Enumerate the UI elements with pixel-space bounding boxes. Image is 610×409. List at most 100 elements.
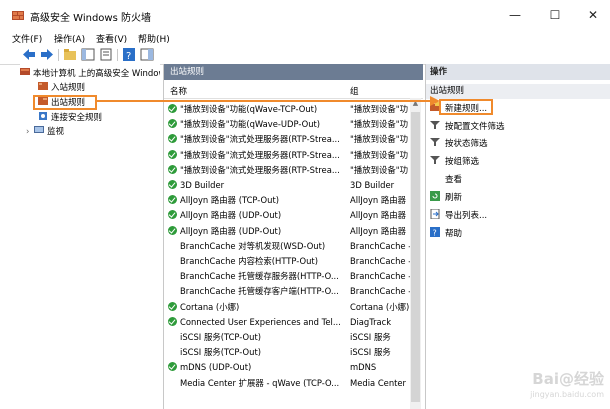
menu-help[interactable]: 帮助(H) bbox=[138, 32, 170, 45]
rule-name: iSCSI 服务(TCP-Out) bbox=[180, 332, 262, 342]
new-rule-highlight bbox=[439, 99, 493, 115]
rule-name-cell: Connected User Experiences and Tel... bbox=[168, 315, 344, 330]
filter-icon bbox=[430, 156, 440, 164]
rule-group-cell: BranchCache - bbox=[350, 256, 410, 266]
rule-name-cell: BranchCache 内容检索(HTTP-Out) bbox=[168, 254, 344, 269]
scroll-thumb[interactable] bbox=[411, 112, 420, 402]
filter-by-state-action[interactable]: 按状态筛选 bbox=[430, 137, 488, 152]
menu-view[interactable]: 查看(V) bbox=[96, 32, 127, 45]
column-group-header[interactable]: 组 bbox=[350, 85, 359, 97]
tree-root[interactable]: 本地计算机 上的高级安全 Windows bbox=[20, 67, 160, 81]
rule-name: "播放到设备"流式处理服务器(RTP-Strea... bbox=[180, 134, 340, 145]
table-row[interactable]: "播放到设备"流式处理服务器(RTP-Strea... "播放到设备"功 bbox=[164, 163, 410, 178]
rule-name-cell: BranchCache 托管缓存服务器(HTTP-O... bbox=[168, 269, 344, 284]
filter-icon bbox=[430, 121, 440, 129]
table-row[interactable]: BranchCache 对等机发现(WSD-Out) BranchCache - bbox=[164, 239, 410, 254]
rule-group-cell: "播放到设备"功 bbox=[350, 164, 408, 175]
table-row[interactable]: AllJoyn 路由器 (UDP-Out) AllJoyn 路由器 bbox=[164, 224, 410, 239]
rule-name-cell: "播放到设备"功能(qWave-UDP-Out) bbox=[168, 117, 344, 132]
rule-group-cell: BranchCache - bbox=[350, 286, 410, 297]
annotation-arrow-head bbox=[430, 96, 440, 106]
expand-chevron-icon[interactable]: › bbox=[26, 125, 34, 139]
table-row[interactable]: "播放到设备"流式处理服务器(RTP-Strea... "播放到设备"功 bbox=[164, 148, 410, 163]
table-row[interactable]: iSCSI 服务(TCP-Out) iSCSI 服务 bbox=[164, 330, 410, 345]
table-row[interactable]: "播放到设备"功能(qWave-TCP-Out) "播放到设备"功 bbox=[164, 102, 410, 117]
table-row[interactable]: Cortana (小娜) Cortana (小娜) bbox=[164, 300, 410, 315]
rule-name: "播放到设备"功能(qWave-UDP-Out) bbox=[180, 119, 321, 130]
rule-group-cell: DiagTrack bbox=[350, 316, 392, 327]
menu-action[interactable]: 操作(A) bbox=[54, 32, 85, 45]
table-row[interactable]: BranchCache 托管缓存服务器(HTTP-O... BranchCache… bbox=[164, 269, 410, 284]
rule-group-cell: mDNS bbox=[350, 362, 377, 373]
rule-name-cell: AllJoyn 路由器 (UDP-Out) bbox=[168, 224, 344, 239]
refresh-action[interactable]: 刷新 bbox=[430, 191, 462, 206]
maximize-button[interactable]: ☐ bbox=[540, 6, 570, 24]
action-label: 导出列表... bbox=[445, 211, 488, 221]
watermark-brand: Bai@经验 bbox=[532, 370, 604, 388]
table-row[interactable]: 3D Builder 3D Builder bbox=[164, 178, 410, 193]
enabled-check-icon bbox=[168, 104, 177, 113]
rule-name: 3D Builder bbox=[180, 180, 225, 190]
actions-pane: 操作 出站规则 新建规则... 按配置文件筛选 按状态筛选 按组筛选 查看 刷新… bbox=[425, 64, 610, 409]
actions-section-title[interactable]: 出站规则 bbox=[426, 84, 610, 99]
rule-group-cell: BranchCache - bbox=[350, 271, 410, 282]
table-row[interactable]: BranchCache 托管缓存客户端(HTTP-O... BranchCache… bbox=[164, 284, 410, 299]
table-row[interactable]: mDNS (UDP-Out) mDNS bbox=[164, 360, 410, 375]
enabled-check-icon bbox=[168, 180, 177, 189]
table-row[interactable]: "播放到设备"流式处理服务器(RTP-Strea... "播放到设备"功 bbox=[164, 132, 410, 147]
rule-name: BranchCache 托管缓存客户端(HTTP-O... bbox=[180, 286, 339, 297]
table-row[interactable]: iSCSI 服务(TCP-Out) iSCSI 服务 bbox=[164, 345, 410, 360]
connection-security-icon bbox=[39, 112, 47, 120]
table-row[interactable]: Media Center 扩展器 - qWave (TCP-O... Media … bbox=[164, 376, 410, 391]
refresh-icon bbox=[430, 191, 440, 201]
table-row[interactable]: AllJoyn 路由器 (UDP-Out) AllJoyn 路由器 bbox=[164, 208, 410, 223]
rule-name: AllJoyn 路由器 (UDP-Out) bbox=[180, 210, 282, 221]
forward-arrow-icon[interactable] bbox=[40, 48, 54, 61]
show-hide-tree-icon[interactable] bbox=[81, 48, 95, 61]
rule-name-cell: "播放到设备"功能(qWave-TCP-Out) bbox=[168, 102, 344, 117]
rule-group-cell: AllJoyn 路由器 bbox=[350, 195, 407, 206]
rule-name-cell: 3D Builder bbox=[168, 178, 344, 193]
close-button[interactable]: ✕ bbox=[578, 6, 608, 24]
rule-name: AllJoyn 路由器 (UDP-Out) bbox=[180, 225, 282, 236]
table-row[interactable]: Connected User Experiences and Tel... Dia… bbox=[164, 315, 410, 330]
rule-group-cell: BranchCache - bbox=[350, 240, 410, 251]
tree-item-label: 连接安全规则 bbox=[51, 113, 103, 123]
rule-name-cell: "播放到设备"流式处理服务器(RTP-Strea... bbox=[168, 163, 344, 178]
help-action[interactable]: ? 帮助 bbox=[430, 227, 462, 242]
enabled-check-icon bbox=[168, 316, 177, 326]
minimize-button[interactable]: — bbox=[500, 6, 530, 24]
tree-item-inbound-rules[interactable]: 入站规则 bbox=[38, 81, 85, 95]
enabled-check-icon bbox=[168, 225, 177, 235]
svg-text:?: ? bbox=[433, 229, 437, 238]
properties-icon[interactable] bbox=[99, 48, 113, 61]
help-icon[interactable]: ? bbox=[122, 48, 136, 61]
firewall-icon bbox=[12, 11, 24, 20]
column-name-header[interactable]: 名称 bbox=[170, 85, 187, 97]
export-list-action[interactable]: 导出列表... bbox=[430, 209, 487, 224]
menu-file[interactable]: 文件(F) bbox=[12, 32, 42, 45]
rule-name-cell: BranchCache 对等机发现(WSD-Out) bbox=[168, 239, 344, 254]
rule-group-cell: Media Center bbox=[350, 377, 407, 388]
outbound-rules-highlight bbox=[33, 95, 97, 110]
view-action[interactable]: 查看 bbox=[430, 173, 462, 188]
table-row[interactable]: "播放到设备"功能(qWave-UDP-Out) "播放到设备"功 bbox=[164, 117, 410, 132]
table-row[interactable]: AllJoyn 路由器 (TCP-Out) AllJoyn 路由器 bbox=[164, 193, 410, 208]
filter-by-profile-action[interactable]: 按配置文件筛选 bbox=[430, 120, 505, 135]
up-folder-icon[interactable] bbox=[63, 48, 77, 61]
rule-name-cell: "播放到设备"流式处理服务器(RTP-Strea... bbox=[168, 132, 344, 147]
filter-icon bbox=[430, 138, 440, 146]
rule-group-cell: iSCSI 服务 bbox=[350, 332, 391, 342]
action-label: 帮助 bbox=[445, 229, 463, 239]
show-action-pane-icon[interactable] bbox=[140, 48, 154, 61]
back-arrow-icon[interactable] bbox=[22, 48, 36, 61]
tree-item-connection-security-rules[interactable]: 连接安全规则 bbox=[38, 111, 102, 125]
rule-name: BranchCache 对等机发现(WSD-Out) bbox=[180, 240, 326, 251]
rules-scrollbar[interactable]: ▲ bbox=[410, 98, 421, 409]
toolbar-separator bbox=[58, 49, 59, 61]
filter-by-group-action[interactable]: 按组筛选 bbox=[430, 155, 479, 170]
actions-header: 操作 bbox=[426, 64, 610, 80]
enabled-check-icon bbox=[168, 149, 177, 159]
table-row[interactable]: BranchCache 内容检索(HTTP-Out) BranchCache - bbox=[164, 254, 410, 269]
tree-item-monitoring[interactable]: › 监视 bbox=[26, 125, 64, 139]
